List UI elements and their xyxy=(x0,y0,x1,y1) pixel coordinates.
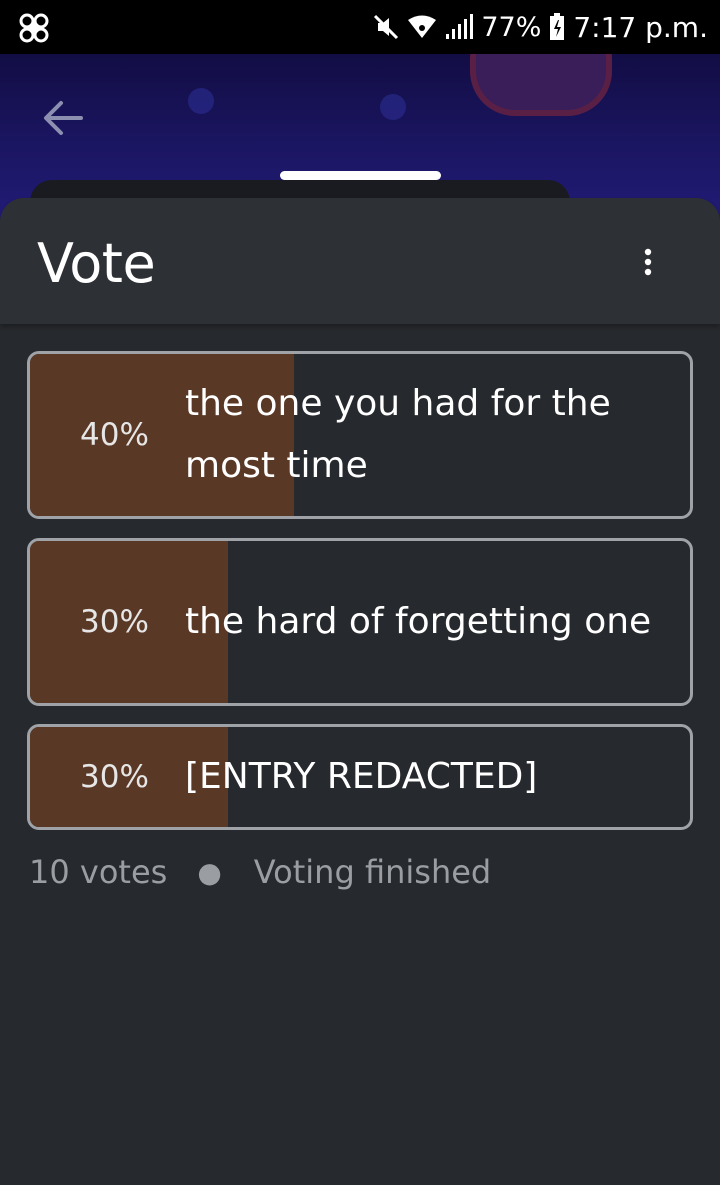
more-vertical-icon xyxy=(644,248,652,276)
poll-status: Voting finished xyxy=(253,853,492,891)
vote-count: 10 votes xyxy=(29,853,168,891)
battery-icon xyxy=(550,13,565,40)
poll-option[interactable]: 40% the one you had for the most time xyxy=(27,351,693,519)
option-percent: 30% xyxy=(80,759,149,795)
option-percent: 40% xyxy=(80,417,149,453)
app-notification-icon xyxy=(19,13,49,43)
wifi-icon xyxy=(408,15,437,38)
page-title: Vote xyxy=(37,232,156,295)
option-label: the one you had for the most time xyxy=(185,383,611,486)
option-label: the hard of forgetting one xyxy=(185,601,652,642)
drag-handle[interactable] xyxy=(280,171,441,180)
background-decoration xyxy=(188,88,214,114)
more-options-button[interactable] xyxy=(626,240,670,284)
mute-icon xyxy=(374,14,399,40)
vote-sheet: Vote 40% the one you had for the most ti… xyxy=(0,198,720,1185)
poll-footer: 10 votes ● Voting finished xyxy=(29,853,491,891)
poll-option[interactable]: 30% the hard of forgetting one xyxy=(27,538,693,706)
arrow-left-icon xyxy=(44,101,83,135)
back-button[interactable] xyxy=(36,94,88,142)
option-percent: 30% xyxy=(80,604,149,640)
battery-percent: 77% xyxy=(481,11,542,43)
sheet-header: Vote xyxy=(0,198,720,324)
poll-option[interactable]: 30% [ENTRY REDACTED] xyxy=(27,724,693,830)
signal-icon xyxy=(446,14,474,39)
background-decoration xyxy=(380,94,406,120)
background-avatar xyxy=(470,54,612,116)
clock: 7:17 p.m. xyxy=(573,10,708,44)
status-bar: 77% 7:17 p.m. xyxy=(0,0,720,54)
option-label: [ENTRY REDACTED] xyxy=(185,756,538,797)
separator-dot: ● xyxy=(197,855,222,889)
